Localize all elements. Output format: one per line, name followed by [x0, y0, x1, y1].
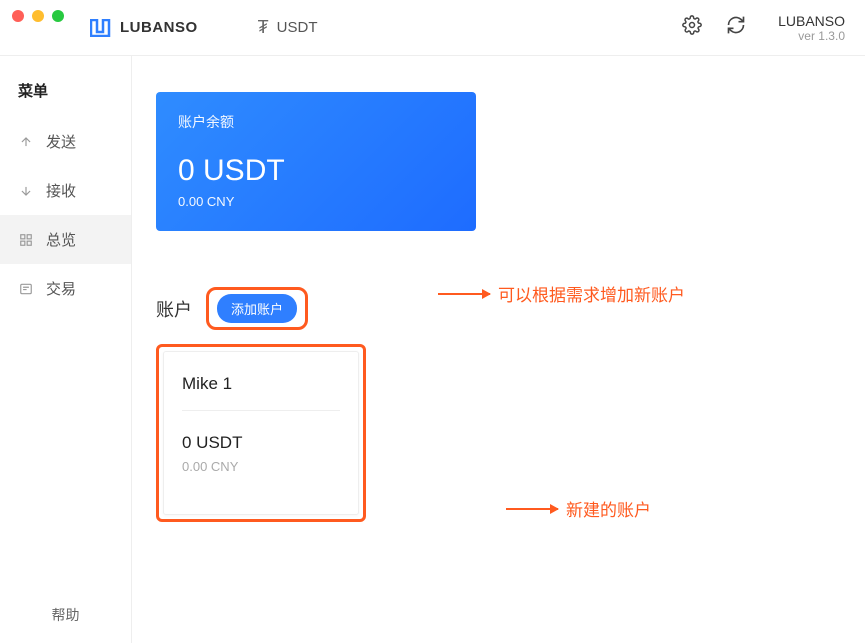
annotation-box-card: Mike 1 0 USDT 0.00 CNY	[156, 344, 366, 522]
sidebar-item-receive[interactable]: 接收	[0, 166, 131, 215]
version-info: LUBANSO ver 1.3.0	[778, 13, 845, 43]
sidebar-item-label: 接收	[46, 180, 76, 201]
annotation-text: 可以根据需求增加新账户	[498, 281, 685, 306]
send-icon	[18, 135, 34, 149]
version-number: ver 1.3.0	[778, 29, 845, 43]
refresh-button[interactable]	[726, 15, 746, 40]
balance-title: 账户余额	[178, 112, 454, 132]
minimize-window-button[interactable]	[32, 10, 44, 22]
account-balance: 0 USDT	[182, 433, 340, 453]
help-link[interactable]: 帮助	[0, 587, 131, 643]
topbar: LUBANSO ₮ USDT LUBANSO ver 1.3.0	[0, 0, 865, 56]
arrow-icon	[506, 508, 558, 510]
account-name: Mike 1	[182, 374, 340, 411]
logo: LUBANSO	[90, 19, 198, 37]
sidebar-item-send[interactable]: 发送	[0, 117, 131, 166]
sidebar-item-label: 总览	[46, 229, 76, 250]
currency-selector[interactable]: ₮ USDT	[258, 17, 318, 38]
account-sub: 0.00 CNY	[182, 459, 340, 474]
tether-icon: ₮	[258, 17, 269, 38]
logo-icon	[90, 19, 112, 37]
window-controls	[0, 0, 76, 32]
annotation-text: 新建的账户	[566, 496, 651, 521]
settings-button[interactable]	[682, 15, 702, 40]
close-window-button[interactable]	[12, 10, 24, 22]
arrow-icon	[438, 293, 490, 295]
transaction-icon	[18, 282, 34, 296]
balance-amount: 0 USDT	[178, 154, 454, 188]
sidebar-item-overview[interactable]: 总览	[0, 215, 131, 264]
annotation-box-add: 添加账户	[206, 287, 308, 330]
balance-sub: 0.00 CNY	[178, 194, 454, 209]
sidebar-item-label: 发送	[46, 131, 76, 152]
add-account-button[interactable]: 添加账户	[217, 294, 297, 323]
balance-card: 账户余额 0 USDT 0.00 CNY	[156, 92, 476, 231]
currency-label: USDT	[277, 19, 318, 36]
annotation-new-account: 新建的账户	[506, 496, 651, 521]
sidebar: 菜单 发送 接收 总览 交易 帮助	[0, 56, 132, 643]
account-card[interactable]: Mike 1 0 USDT 0.00 CNY	[163, 351, 359, 515]
sidebar-item-transactions[interactable]: 交易	[0, 264, 131, 313]
annotation-add-account: 可以根据需求增加新账户	[438, 281, 685, 306]
maximize-window-button[interactable]	[52, 10, 64, 22]
logo-text: LUBANSO	[120, 19, 198, 36]
sidebar-item-label: 交易	[46, 278, 76, 299]
overview-icon	[18, 233, 34, 247]
accounts-title: 账户	[156, 296, 192, 322]
main-content: 账户余额 0 USDT 0.00 CNY 账户 添加账户 Mike 1 0 US…	[132, 56, 865, 643]
sidebar-title: 菜单	[0, 56, 131, 117]
receive-icon	[18, 184, 34, 198]
version-brand: LUBANSO	[778, 13, 845, 29]
